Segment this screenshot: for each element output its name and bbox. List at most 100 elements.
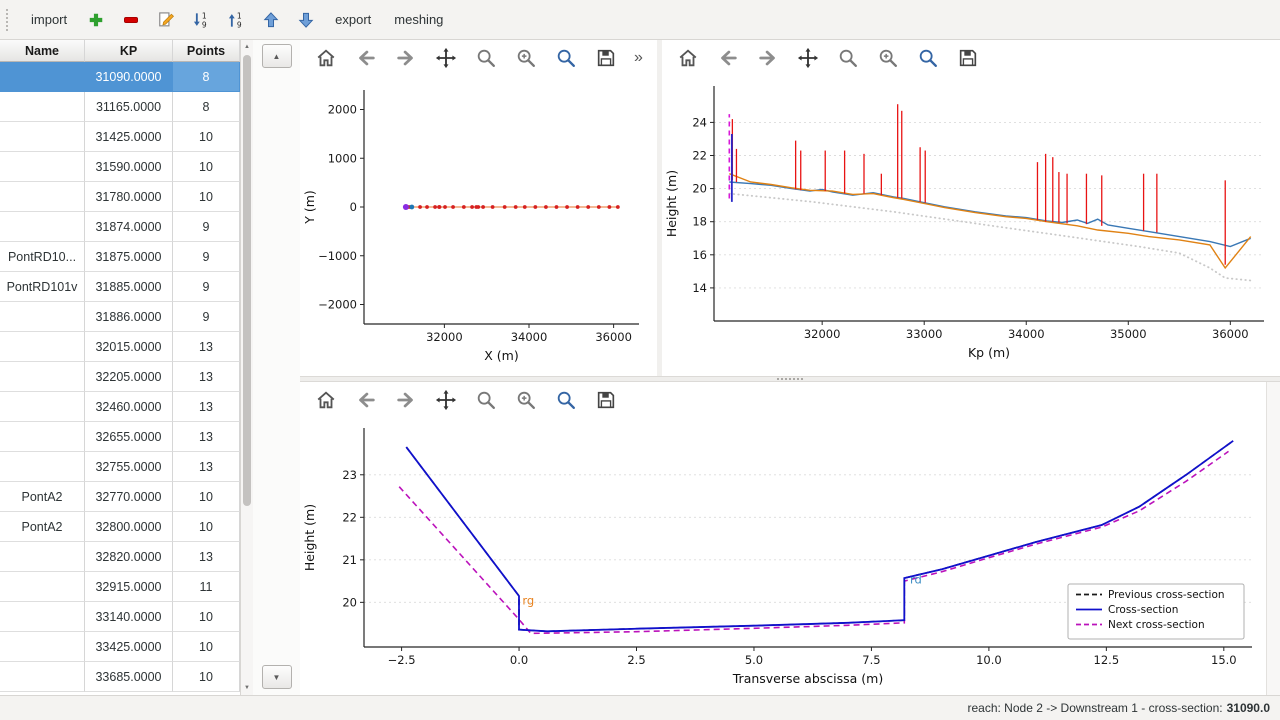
table-row[interactable]: 31590.000010 xyxy=(0,152,240,182)
cell-points[interactable]: 9 xyxy=(173,212,240,242)
cell-name[interactable]: PontRD101v xyxy=(0,272,85,302)
forward-button[interactable] xyxy=(394,388,418,412)
cell-kp[interactable]: 32655.0000 xyxy=(85,422,173,452)
previous-section-button[interactable]: ▲ xyxy=(262,44,292,68)
cell-kp[interactable]: 31425.0000 xyxy=(85,122,173,152)
zoom-button[interactable] xyxy=(474,46,498,70)
back-button[interactable] xyxy=(716,46,740,70)
edit-button[interactable] xyxy=(151,5,181,35)
cell-points[interactable]: 11 xyxy=(173,572,240,602)
next-section-button[interactable]: ▼ xyxy=(262,665,292,689)
subplots-button[interactable] xyxy=(876,46,900,70)
cross-section-chart[interactable]: −2.50.02.55.07.510.012.515.020212223Tran… xyxy=(300,418,1266,695)
cell-kp[interactable]: 32205.0000 xyxy=(85,362,173,392)
customize-button[interactable] xyxy=(916,46,940,70)
cell-points[interactable]: 8 xyxy=(173,62,240,92)
plan-view-chart[interactable]: 320003400036000−2000−1000010002000X (m)Y… xyxy=(300,76,657,376)
right-scroll-strip[interactable] xyxy=(1266,382,1280,695)
cell-name[interactable] xyxy=(0,422,85,452)
table-row[interactable]: 32915.000011 xyxy=(0,572,240,602)
forward-button[interactable] xyxy=(756,46,780,70)
toolbar-grip[interactable] xyxy=(6,9,12,31)
sort-ascending-button[interactable]: 19 xyxy=(186,5,216,35)
longitudinal-profile-svg[interactable]: 3200033000340003500036000141618202224Kp … xyxy=(662,76,1280,373)
cell-kp[interactable]: 32460.0000 xyxy=(85,392,173,422)
table-row[interactable]: 31886.00009 xyxy=(0,302,240,332)
pan-button[interactable] xyxy=(434,46,458,70)
import-button[interactable]: import xyxy=(22,7,76,32)
cell-points[interactable]: 8 xyxy=(173,92,240,122)
cell-name[interactable] xyxy=(0,92,85,122)
table-row[interactable]: 31780.000010 xyxy=(0,182,240,212)
table-row[interactable]: 33425.000010 xyxy=(0,632,240,662)
table-row[interactable]: 31874.00009 xyxy=(0,212,240,242)
plan-view-svg[interactable]: 320003400036000−2000−1000010002000X (m)Y… xyxy=(300,76,657,370)
customize-button[interactable] xyxy=(554,46,578,70)
table-row[interactable]: 32755.000013 xyxy=(0,452,240,482)
cell-name[interactable] xyxy=(0,302,85,332)
home-button[interactable] xyxy=(314,46,338,70)
subplots-button[interactable] xyxy=(514,46,538,70)
table-row[interactable]: 33140.000010 xyxy=(0,602,240,632)
back-button[interactable] xyxy=(354,46,378,70)
cell-points[interactable]: 9 xyxy=(173,242,240,272)
cell-kp[interactable]: 31165.0000 xyxy=(85,92,173,122)
cell-kp[interactable]: 33685.0000 xyxy=(85,662,173,692)
cell-points[interactable]: 9 xyxy=(173,302,240,332)
column-header-kp[interactable]: KP xyxy=(85,40,173,62)
table-row[interactable]: 33685.000010 xyxy=(0,662,240,692)
table-row[interactable]: 32820.000013 xyxy=(0,542,240,572)
table-row[interactable]: 31090.00008 xyxy=(0,62,240,92)
save-button[interactable] xyxy=(594,46,618,70)
cell-kp[interactable]: 32015.0000 xyxy=(85,332,173,362)
scrollbar-track[interactable] xyxy=(241,54,254,681)
meshing-button[interactable]: meshing xyxy=(385,7,452,32)
cell-name[interactable] xyxy=(0,572,85,602)
forward-button[interactable] xyxy=(394,46,418,70)
cell-kp[interactable]: 31590.0000 xyxy=(85,152,173,182)
move-down-button[interactable] xyxy=(291,5,321,35)
table-row[interactable]: 31165.00008 xyxy=(0,92,240,122)
add-cross-section-button[interactable] xyxy=(81,5,111,35)
scrollbar-thumb[interactable] xyxy=(243,55,251,506)
cell-kp[interactable]: 31090.0000 xyxy=(85,62,173,92)
table-row[interactable]: 31425.000010 xyxy=(0,122,240,152)
table-row[interactable]: PontRD10...31875.00009 xyxy=(0,242,240,272)
cell-kp[interactable]: 32800.0000 xyxy=(85,512,173,542)
cell-points[interactable]: 13 xyxy=(173,392,240,422)
subplots-button[interactable] xyxy=(514,388,538,412)
customize-button[interactable] xyxy=(554,388,578,412)
profile-chart[interactable]: 3200033000340003500036000141618202224Kp … xyxy=(662,76,1280,376)
save-button[interactable] xyxy=(956,46,980,70)
table-row[interactable]: 32015.000013 xyxy=(0,332,240,362)
cell-name[interactable] xyxy=(0,392,85,422)
cell-name[interactable] xyxy=(0,542,85,572)
remove-cross-section-button[interactable] xyxy=(116,5,146,35)
cell-points[interactable]: 10 xyxy=(173,662,240,692)
cell-name[interactable] xyxy=(0,182,85,212)
home-button[interactable] xyxy=(314,388,338,412)
toolbar-overflow-button[interactable]: » xyxy=(634,49,645,67)
cell-name[interactable] xyxy=(0,152,85,182)
cell-name[interactable] xyxy=(0,662,85,692)
cell-points[interactable]: 10 xyxy=(173,632,240,662)
cell-name[interactable] xyxy=(0,452,85,482)
pan-button[interactable] xyxy=(796,46,820,70)
pan-button[interactable] xyxy=(434,388,458,412)
cell-name[interactable] xyxy=(0,122,85,152)
export-button[interactable]: export xyxy=(326,7,380,32)
horizontal-splitter[interactable] xyxy=(300,376,1280,382)
cell-points[interactable]: 13 xyxy=(173,452,240,482)
cell-name[interactable] xyxy=(0,62,85,92)
cell-kp[interactable]: 32770.0000 xyxy=(85,482,173,512)
cell-name[interactable] xyxy=(0,632,85,662)
cell-points[interactable]: 13 xyxy=(173,362,240,392)
cell-kp[interactable]: 32820.0000 xyxy=(85,542,173,572)
cross-section-svg[interactable]: −2.50.02.55.07.510.012.515.020212223Tran… xyxy=(300,418,1266,695)
table-row[interactable]: PontRD101v31885.00009 xyxy=(0,272,240,302)
cell-points[interactable]: 10 xyxy=(173,182,240,212)
zoom-button[interactable] xyxy=(836,46,860,70)
cell-kp[interactable]: 32755.0000 xyxy=(85,452,173,482)
table-row[interactable]: PontA232800.000010 xyxy=(0,512,240,542)
table-row[interactable]: 32205.000013 xyxy=(0,362,240,392)
